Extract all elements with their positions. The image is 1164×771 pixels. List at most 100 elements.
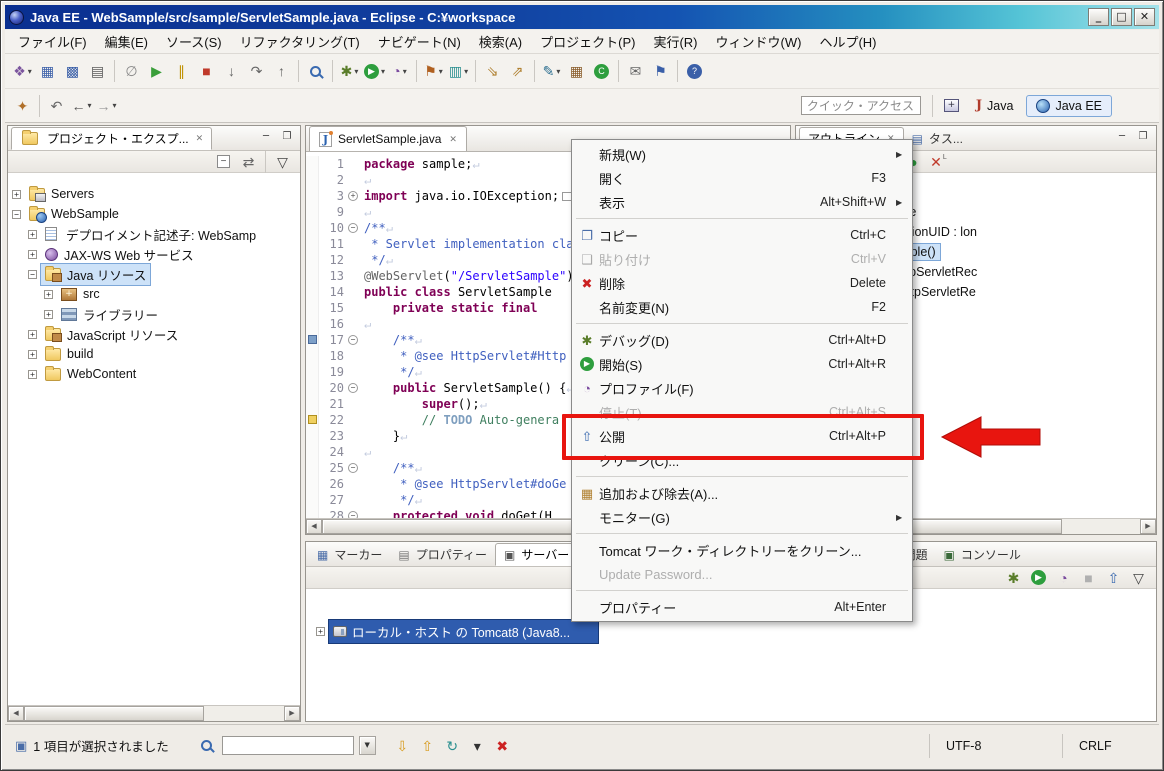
collapse-icon[interactable]: − <box>12 210 21 219</box>
profile-server-icon[interactable]: ◔ <box>1052 566 1075 590</box>
view-menu-icon[interactable]: ▽ <box>271 150 294 174</box>
scroll-left-icon[interactable]: ◀ <box>8 706 24 721</box>
context-menu-item[interactable]: モニター(G)▶ <box>573 505 911 529</box>
expand-icon[interactable]: + <box>12 190 21 199</box>
import-icon[interactable]: ⇘ <box>481 59 504 83</box>
run-on-server-icon[interactable]: ⚑▾ <box>422 59 445 83</box>
context-menu-item[interactable]: ✱デバッグ(D)Ctrl+Alt+D <box>573 328 911 352</box>
run-icon[interactable]: ▶▾ <box>363 59 386 83</box>
perspective-button-java-ee[interactable]: Java EE <box>1026 95 1112 117</box>
help-icon[interactable]: ? <box>683 59 706 83</box>
minimize-view-icon[interactable]: ─ <box>257 130 275 146</box>
debug-server-icon[interactable]: ✱ <box>1002 566 1025 590</box>
data-source-icon[interactable]: ▥▾ <box>447 59 470 83</box>
encoding-indicator[interactable]: UTF-8 <box>946 739 1046 753</box>
retry-icon[interactable]: ↻ <box>441 734 464 758</box>
context-menu-item[interactable]: ▶開始(S)Ctrl+Alt+R <box>573 352 911 376</box>
terminate-icon[interactable]: ■ <box>195 59 218 83</box>
search-dropdown-button[interactable]: ▼ <box>359 736 376 755</box>
expand-icon[interactable]: + <box>28 350 37 359</box>
tree-item[interactable]: +build <box>8 344 300 364</box>
new-wizard-icon[interactable]: ❖▾ <box>11 59 34 83</box>
scroll-right-icon[interactable]: ▶ <box>284 706 300 721</box>
stop-server-icon[interactable]: ■ <box>1077 566 1100 590</box>
context-menu-item[interactable]: プロパティーAlt+Enter <box>573 595 911 619</box>
menu-item[interactable]: ウィンドウ(W) <box>707 29 811 54</box>
start-server-icon[interactable]: ▶ <box>1027 566 1050 590</box>
context-menu-item[interactable]: 新規(W)▶ <box>573 142 911 166</box>
context-menu-item[interactable]: Tomcat ワーク・ディレクトリーをクリーン... <box>573 538 911 562</box>
task-icon[interactable]: ✉ <box>624 59 647 83</box>
bookmark-icon[interactable]: ⚑ <box>649 59 672 83</box>
expand-icon[interactable]: + <box>316 627 325 636</box>
fold-collapse-icon[interactable]: − <box>348 511 358 518</box>
step-return-icon[interactable]: ↑ <box>270 59 293 83</box>
view-menu-icon[interactable]: ▽ <box>1127 566 1150 590</box>
context-menu-item[interactable]: ✖削除Delete <box>573 271 911 295</box>
server-item-tomcat8[interactable]: + ローカル・ホスト の Tomcat8 (Java8... <box>316 620 1156 643</box>
horizontal-scrollbar[interactable]: ◀ ▶ <box>8 705 300 721</box>
context-menu-item[interactable]: 名前変更(N)F2 <box>573 295 911 319</box>
tab-servletsample-java[interactable]: J ServletSample.java ✕ <box>309 126 467 151</box>
link-editor-icon[interactable]: ⇄ <box>237 150 260 174</box>
step-over-icon[interactable]: ↷ <box>245 59 268 83</box>
open-perspective-icon[interactable]: + <box>944 99 959 112</box>
expand-icon[interactable]: + <box>28 230 37 239</box>
search-icon[interactable] <box>304 59 327 83</box>
tree-item[interactable]: +JAX-WS Web サービス <box>8 244 300 264</box>
step-into-icon[interactable]: ↓ <box>220 59 243 83</box>
menu-item[interactable]: ヘルプ(H) <box>810 29 885 54</box>
tree-item[interactable]: +JavaScript リソース <box>8 324 300 344</box>
quick-access-input[interactable] <box>801 96 921 115</box>
expand-icon[interactable]: + <box>28 370 37 379</box>
tab-project-explorer[interactable]: プロジェクト・エクスプ... ✕ <box>11 127 212 150</box>
fold-collapse-icon[interactable]: − <box>348 335 358 345</box>
menu-item[interactable]: リファクタリング(T) <box>231 29 369 54</box>
java-ee-wizard-icon[interactable]: ✦ <box>11 94 34 118</box>
perspective-button-java[interactable]: JJava <box>966 95 1024 117</box>
collapse-all-icon[interactable]: − <box>212 150 235 174</box>
scrollbar-thumb[interactable] <box>24 706 204 721</box>
context-menu-item[interactable]: 開くF3 <box>573 166 911 190</box>
scrollbar-track[interactable] <box>24 706 284 721</box>
fold-expand-icon[interactable]: + <box>348 191 358 201</box>
save-all-icon[interactable]: ▩ <box>61 59 84 83</box>
menu-item[interactable]: 実行(R) <box>644 29 706 54</box>
context-menu-item[interactable]: ▦追加および除去(A)... <box>573 481 911 505</box>
menu-item[interactable]: ソース(S) <box>157 29 231 54</box>
menu-item[interactable]: 編集(E) <box>96 29 157 54</box>
tree-item[interactable]: +src <box>8 284 300 304</box>
new-servlet-icon[interactable]: ✎▾ <box>540 59 563 83</box>
tab-task-list[interactable]: ▤ タス... <box>904 127 971 150</box>
tab-markers[interactable]: ▦マーカー <box>309 543 390 566</box>
scroll-left-icon[interactable]: ◀ <box>306 519 322 534</box>
tree-item[interactable]: −WebSample <box>8 204 300 224</box>
export-icon[interactable]: ⇗ <box>506 59 529 83</box>
close-window-button[interactable]: ✕ <box>1134 8 1155 26</box>
maximize-view-icon[interactable]: ❐ <box>1134 130 1152 146</box>
fold-collapse-icon[interactable]: − <box>348 383 358 393</box>
profile-icon[interactable]: ◔▾ <box>388 59 411 83</box>
dropdown-arrow-icon[interactable]: ▾ <box>466 734 489 758</box>
collapse-icon[interactable]: − <box>28 270 37 279</box>
expand-icon[interactable]: + <box>28 330 37 339</box>
tree-item[interactable]: +WebContent <box>8 364 300 384</box>
prev-annotation-icon[interactable]: ⇧ <box>416 734 439 758</box>
close-tab-icon[interactable]: ✕ <box>449 134 457 145</box>
search-input[interactable] <box>222 736 354 755</box>
new-class-icon[interactable]: C <box>590 59 613 83</box>
fold-collapse-icon[interactable]: − <box>348 463 358 473</box>
suspend-icon[interactable]: ∥ <box>170 59 193 83</box>
tab-properties[interactable]: ▤プロパティー <box>390 543 495 566</box>
menu-item[interactable]: 検索(A) <box>470 29 531 54</box>
menu-item[interactable]: プロジェクト(P) <box>531 29 644 54</box>
expand-icon[interactable]: + <box>44 290 53 299</box>
close-tab-icon[interactable]: ✕ <box>196 133 204 144</box>
project-tree[interactable]: +Servers−WebSample+デプロイメント記述子: WebSamp+J… <box>8 174 300 704</box>
print-icon[interactable]: ▤ <box>86 59 109 83</box>
context-menu-item[interactable]: ❐コピーCtrl+C <box>573 223 911 247</box>
menu-item[interactable]: ファイル(F) <box>9 29 96 54</box>
expand-icon[interactable]: + <box>28 250 37 259</box>
tab-servers[interactable]: ▣サーバー <box>495 543 578 566</box>
save-icon[interactable]: ▦ <box>36 59 59 83</box>
